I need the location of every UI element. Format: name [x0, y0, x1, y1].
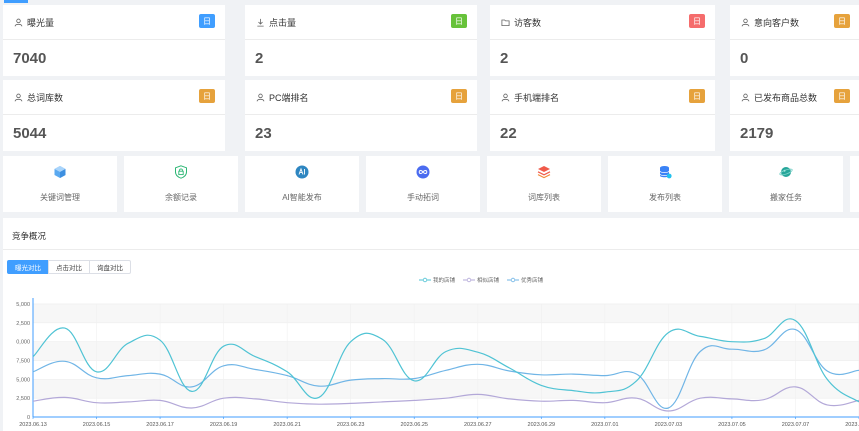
tool-card[interactable]: 余额记录 [124, 156, 238, 212]
stat-header: 访客数 日 [490, 5, 715, 40]
y-tick-label: 2,500 [16, 321, 30, 327]
y-tick-label: 0 [27, 415, 30, 421]
tool-card[interactable]: 搬家任务 [729, 156, 843, 212]
stat-label: 曝光量 [27, 17, 55, 28]
database-icon [658, 165, 672, 192]
tool-card-partial[interactable] [850, 156, 859, 212]
planet-icon [779, 165, 793, 192]
x-tick-label: 2023.06.23 [337, 422, 365, 428]
tool-card[interactable]: 关键词管理 [3, 156, 117, 212]
x-tick-label: 2023.06.17 [146, 422, 174, 428]
y-tick-label: 7,500 [16, 359, 30, 365]
period-badge[interactable]: 日 [451, 14, 467, 28]
stat-header: 已发布商品总数 日 [730, 80, 859, 115]
period-badge[interactable]: 日 [689, 89, 705, 103]
grid-band [33, 379, 859, 399]
stat-header: 总词库数 日 [3, 80, 225, 115]
x-tick-label: 2023.06.21 [273, 422, 301, 428]
y-tick-label: 5,000 [16, 377, 30, 383]
period-badge[interactable]: 日 [451, 89, 467, 103]
stat-card: 意向客户数 日 0 [730, 5, 859, 76]
stat-label: PC端排名 [269, 92, 309, 103]
x-tick-label: 2023.07.05 [718, 422, 746, 428]
x-tick-label: 2023.07.03 [655, 422, 683, 428]
stat-card: 曝光量 日 7040 [3, 5, 225, 76]
stat-card: 总词库数 日 5044 [3, 80, 225, 151]
x-tick-label: 2023.07.01 [591, 422, 619, 428]
shield-lock-icon [174, 165, 188, 192]
stat-value: 22 [500, 125, 517, 142]
period-badge[interactable]: 日 [834, 14, 850, 28]
tool-card[interactable]: 手动拓词 [366, 156, 480, 212]
layers-icon [537, 165, 551, 192]
x-tick-label: 2023.07.07 [782, 422, 810, 428]
user-icon [13, 92, 23, 102]
folder-icon [500, 17, 510, 27]
tool-label: 关键词管理 [40, 193, 80, 202]
tool-label: 词库列表 [528, 193, 560, 202]
x-tick-label: 2023.06.25 [400, 422, 428, 428]
top-tab-strip [0, 0, 859, 4]
stat-label: 点击量 [269, 17, 297, 28]
cube-icon [53, 165, 67, 192]
tool-card[interactable]: AI智能发布 [245, 156, 359, 212]
stat-label: 手机端排名 [514, 92, 560, 103]
y-tick-label: 0,000 [16, 340, 30, 346]
tool-label: 搬家任务 [770, 193, 802, 202]
stat-label: 已发布商品总数 [754, 92, 818, 103]
tool-label: AI智能发布 [282, 193, 322, 202]
stat-value: 2179 [740, 125, 774, 142]
stat-value: 2 [500, 50, 509, 67]
tool-card[interactable]: 发布列表 [608, 156, 722, 212]
y-tick-label: 5,000 [16, 302, 30, 308]
stat-label: 访客数 [514, 17, 542, 28]
tool-label: 发布列表 [649, 193, 681, 202]
stat-value: 0 [740, 50, 749, 67]
y-tick-label: 2,500 [16, 396, 30, 402]
user-icon [740, 92, 750, 102]
infinity-circle-icon [416, 165, 430, 192]
x-tick-label: 2023.06.29 [528, 422, 556, 428]
stat-value: 7040 [13, 50, 47, 67]
x-tick-label: 2023.06.19 [210, 422, 238, 428]
user-icon [13, 17, 23, 27]
tool-card[interactable]: 词库列表 [487, 156, 601, 212]
download-icon [255, 17, 265, 27]
x-tick-label: 2023.07.09 [845, 422, 859, 428]
stat-label: 意向客户数 [754, 17, 800, 28]
user-icon [740, 17, 750, 27]
period-badge[interactable]: 日 [834, 89, 850, 103]
stat-card: 访客数 日 2 [490, 5, 715, 76]
tool-label: 余额记录 [165, 193, 197, 202]
stat-value: 5044 [13, 125, 47, 142]
period-badge[interactable]: 日 [199, 14, 215, 28]
period-badge[interactable]: 日 [689, 14, 705, 28]
stat-card: 手机端排名 日 22 [490, 80, 715, 151]
stat-header: PC端排名 日 [245, 80, 477, 115]
competition-panel: 竞争概况 曝光对比 点击对比 询盘对比 我的店铺 相似店铺 优秀店铺 0 2,50… [3, 218, 859, 431]
stat-card: 已发布商品总数 日 2179 [730, 80, 859, 151]
competition-line-chart: 0 2,500 5,000 7,500 0,000 2,500 5,000 2023.06.1… [16, 298, 859, 428]
stat-header: 点击量 日 [245, 5, 477, 40]
period-badge[interactable]: 日 [199, 89, 215, 103]
stat-value: 2 [255, 50, 264, 67]
stat-value: 23 [255, 125, 272, 142]
stat-header: 意向客户数 日 [730, 5, 859, 40]
user-icon [500, 92, 510, 102]
ai-circle-icon [295, 165, 309, 192]
x-tick-label: 2023.06.13 [19, 422, 47, 428]
user-icon [255, 92, 265, 102]
grid-band [33, 304, 859, 323]
stat-header: 手机端排名 日 [490, 80, 715, 115]
x-tick-label: 2023.06.15 [83, 422, 111, 428]
stat-label: 总词库数 [27, 92, 64, 103]
stat-header: 曝光量 日 [3, 5, 225, 40]
tool-label: 手动拓词 [407, 193, 439, 202]
stat-card: PC端排名 日 23 [245, 80, 477, 151]
stat-card: 点击量 日 2 [245, 5, 477, 76]
active-top-tab[interactable] [4, 0, 28, 3]
x-tick-label: 2023.06.27 [464, 422, 492, 428]
